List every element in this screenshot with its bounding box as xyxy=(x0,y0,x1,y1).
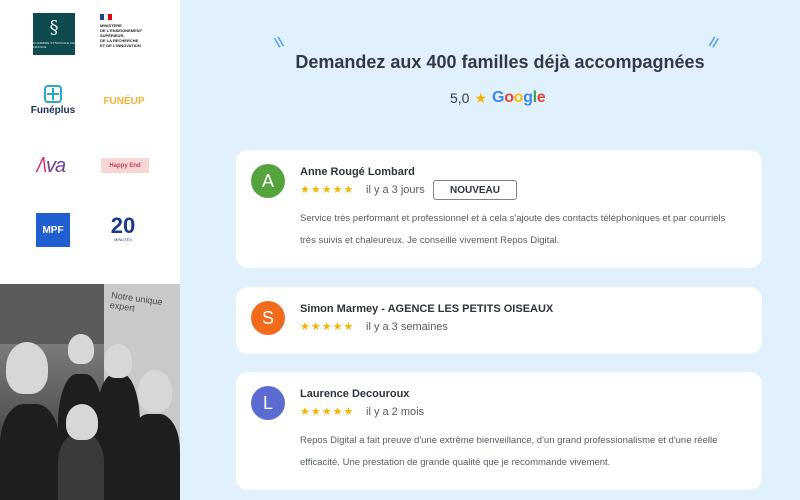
review-stars: ★★★★★ xyxy=(300,406,355,418)
ava-slash-icon: /\ xyxy=(36,154,47,177)
team-member-face xyxy=(66,404,98,440)
reviews-section: \\ // Demandez aux 400 familles déjà acc… xyxy=(180,0,800,500)
review-text: Service très performant et professionnel… xyxy=(300,213,726,246)
chambre-syndicale-logo: § CHAMBRE SYNDICALE DE FRANCE xyxy=(33,13,75,55)
funeplus-logo: Funéplus xyxy=(28,82,78,118)
google-letter: g xyxy=(523,89,533,106)
review-text: Repos Digital a fait preuve d'une extrêm… xyxy=(300,435,718,468)
google-letter: o xyxy=(513,89,524,106)
sparkle-left-icon: \\ xyxy=(272,33,286,51)
google-logo: Google xyxy=(492,89,546,107)
reviewer-name: Simon Marmey - AGENCE LES PETITS OISEAUX xyxy=(300,303,554,315)
review-card: L Laurence Decouroux ★★★★★ il y a 2 mois… xyxy=(236,372,762,490)
funeup-logo: FUNÉUP xyxy=(103,95,145,107)
team-photo: Notre unique expert xyxy=(0,284,180,500)
review-time: il y a 3 semaines xyxy=(366,321,448,333)
review-time: il y a 3 jours xyxy=(366,184,425,196)
team-member-face xyxy=(68,334,94,364)
twenty-minutes-logo: 20 MINUTES xyxy=(110,212,136,242)
happy-end-logo: Happy End xyxy=(101,158,149,173)
star-icon: ★ xyxy=(474,89,488,106)
review-time: il y a 2 mois xyxy=(366,406,425,418)
reviews-headline: Demandez aux 400 familles déjà accompagn… xyxy=(295,52,705,72)
ava-logo: /\va xyxy=(36,154,66,177)
team-member-face xyxy=(6,342,48,394)
reviewer-name: Anne Rougé Lombard xyxy=(300,166,415,178)
review-card: S Simon Marmey - AGENCE LES PETITS OISEA… xyxy=(236,287,762,354)
google-letter: e xyxy=(536,89,546,106)
review-stars: ★★★★★ xyxy=(300,321,355,333)
google-letter: o xyxy=(504,89,514,106)
team-member-face xyxy=(104,344,132,378)
french-flag-icon xyxy=(100,14,112,20)
reviewer-name: Laurence Decouroux xyxy=(300,388,410,400)
avatar: A xyxy=(251,164,285,198)
funeplus-cross-icon xyxy=(44,84,62,103)
new-badge: NOUVEAU xyxy=(433,180,517,200)
ministere-logo: MINISTÈRE DE L'ENSEIGNEMENT SUPÉRIEUR, D… xyxy=(100,14,162,58)
partner-logos-column: § CHAMBRE SYNDICALE DE FRANCE MINISTÈRE … xyxy=(0,0,180,500)
review-stars: ★★★★★ xyxy=(300,184,355,196)
avatar: L xyxy=(251,386,285,420)
review-card: A Anne Rougé Lombard ★★★★★ il y a 3 jour… xyxy=(236,150,762,268)
google-letter: G xyxy=(492,89,505,106)
google-rating: 5,0 ★ Google xyxy=(450,89,546,107)
avatar: S xyxy=(251,301,285,335)
rating-score: 5,0 xyxy=(450,90,470,106)
mpf-logo: MPF xyxy=(36,213,70,247)
sparkle-right-icon: // xyxy=(707,33,721,51)
team-member-face xyxy=(138,370,172,412)
